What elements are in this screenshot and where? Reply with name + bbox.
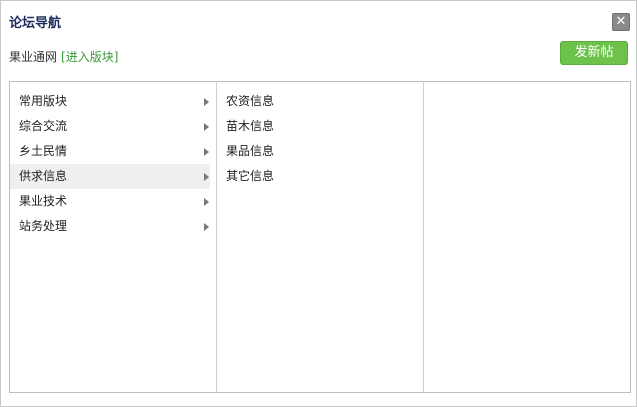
chevron-right-icon [204, 98, 209, 106]
category-label: 果业技术 [19, 194, 68, 208]
third-column [423, 82, 630, 392]
subforum-item-other[interactable]: 其它信息 [217, 164, 423, 189]
category-label: 站务处理 [19, 219, 68, 233]
category-label: 综合交流 [19, 119, 68, 133]
category-column: 常用版块 综合交流 乡土民情 供求信息 果业技术 站务处理 [10, 82, 216, 392]
chevron-right-icon [204, 123, 209, 131]
new-post-button[interactable]: 发新帖 [560, 41, 628, 65]
category-label: 常用版块 [19, 94, 68, 108]
chevron-right-icon [204, 148, 209, 156]
subforum-item-agri-supplies[interactable]: 农资信息 [217, 89, 423, 114]
close-icon: ✕ [615, 14, 627, 29]
chevron-right-icon [204, 223, 209, 231]
subforum-column: 农资信息 苗木信息 果品信息 其它信息 [216, 82, 423, 392]
category-label: 乡土民情 [19, 144, 68, 158]
category-item-fruit-tech[interactable]: 果业技术 [10, 189, 216, 214]
subforum-list: 农资信息 苗木信息 果品信息 其它信息 [217, 82, 423, 189]
navigation-panel: 常用版块 综合交流 乡土民情 供求信息 果业技术 站务处理 农资信息 苗木信息 … [9, 81, 631, 393]
subforum-item-seedlings[interactable]: 苗木信息 [217, 114, 423, 139]
subforum-item-fruit-products[interactable]: 果品信息 [217, 139, 423, 164]
category-item-local[interactable]: 乡土民情 [10, 139, 216, 164]
chevron-right-icon [204, 173, 209, 181]
forum-name: 果业通网 [9, 50, 58, 64]
forum-line: 果业通网 [进入版块] [9, 48, 118, 65]
chevron-right-icon [204, 198, 209, 206]
category-item-site-affairs[interactable]: 站务处理 [10, 214, 216, 239]
close-button[interactable]: ✕ [612, 13, 630, 31]
dialog-title: 论坛导航 [9, 16, 62, 31]
enter-forum-link[interactable]: [进入版块] [61, 50, 118, 64]
category-item-supply-demand[interactable]: 供求信息 [10, 164, 210, 189]
category-list: 常用版块 综合交流 乡土民情 供求信息 果业技术 站务处理 [10, 82, 216, 239]
forum-navigation-dialog: 论坛导航 ✕ 果业通网 [进入版块] 发新帖 常用版块 综合交流 乡土民情 供求… [0, 0, 637, 407]
category-label: 供求信息 [19, 169, 68, 183]
category-item-common[interactable]: 常用版块 [10, 89, 216, 114]
category-item-general[interactable]: 综合交流 [10, 114, 216, 139]
